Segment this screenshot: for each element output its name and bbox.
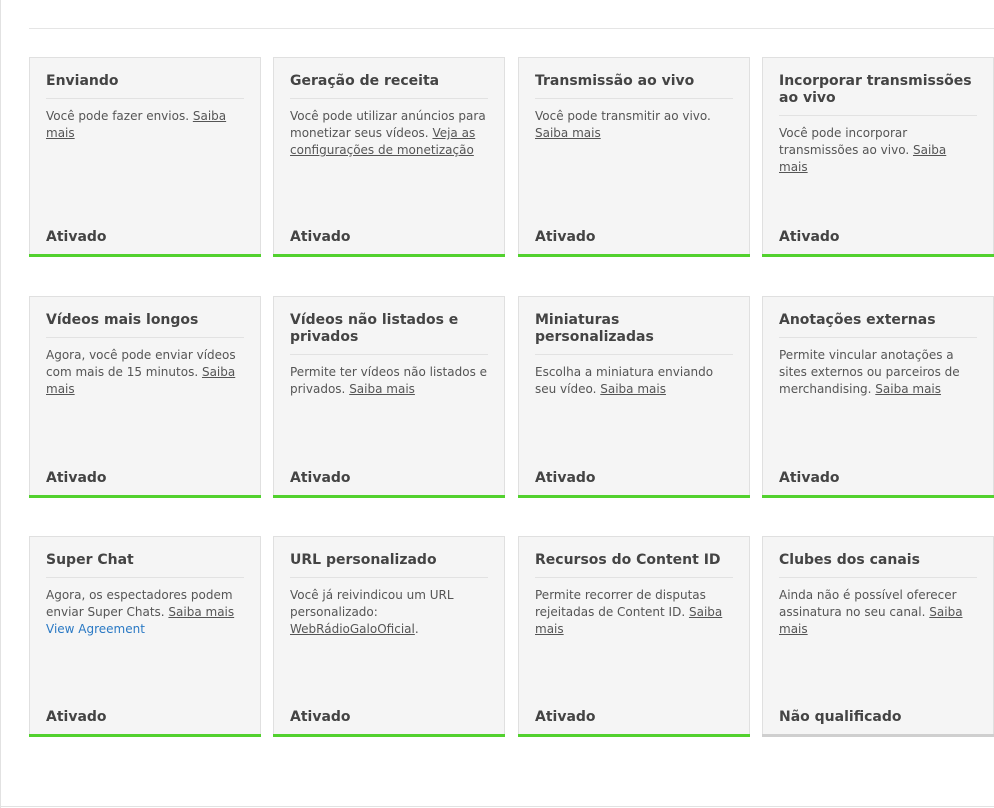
feature-card-title: Vídeos não listados e privados [290, 312, 488, 355]
feature-status-label: Ativado [779, 229, 840, 245]
status-bar-active [273, 734, 505, 737]
feature-card-description-text: Você pode transmitir ao vivo. [535, 109, 711, 123]
learn-more-link[interactable]: WebRádioGaloOficial [290, 622, 415, 636]
feature-card: Incorporar transmissões ao vivo Você pode… [762, 57, 994, 257]
feature-status-label: Ativado [46, 229, 107, 245]
feature-card: Anotações externas Permite vincular anota… [762, 296, 994, 498]
feature-card-description: Você já reivindicou um URL personalizado… [290, 587, 488, 638]
feature-card: Miniaturas personalizadas Escolha a minia… [518, 296, 750, 498]
feature-card: Super Chat Agora, os espectadores podem e… [29, 536, 261, 737]
status-bar-active [762, 495, 994, 498]
top-divider [29, 28, 994, 29]
feature-card-description: Permite vincular anotações a sites exter… [779, 347, 977, 398]
feature-status-label: Ativado [535, 229, 596, 245]
status-bar-active [762, 254, 994, 257]
feature-card-description: Você pode transmitir ao vivo. Saiba mais [535, 108, 733, 142]
status-bar-active [518, 254, 750, 257]
feature-card-title: URL personalizado [290, 552, 488, 578]
feature-card-title: Super Chat [46, 552, 244, 578]
feature-card-title: Miniaturas personalizadas [535, 312, 733, 355]
feature-card-title: Clubes dos canais [779, 552, 977, 578]
feature-status-label: Ativado [779, 470, 840, 486]
status-bar-active [29, 734, 261, 737]
feature-status-label: Ativado [290, 470, 351, 486]
feature-status-label: Não qualificado [779, 709, 902, 725]
feature-card: Recursos do Content ID Permite recorrer d… [518, 536, 750, 737]
learn-more-link[interactable]: Saiba mais [875, 382, 941, 396]
feature-card-description-text: Você já reivindicou um URL personalizado… [290, 588, 454, 619]
learn-more-link[interactable]: Saiba mais [600, 382, 666, 396]
feature-status-label: Ativado [535, 470, 596, 486]
feature-status-label: Ativado [535, 709, 596, 725]
feature-card-title: Enviando [46, 73, 244, 99]
feature-card-description-text: Permite recorrer de disputas rejeitadas … [535, 588, 706, 619]
feature-card-title: Transmissão ao vivo [535, 73, 733, 99]
feature-card-description: Você pode fazer envios. Saiba mais [46, 108, 244, 142]
feature-card-description: Agora, os espectadores podem enviar Supe… [46, 587, 244, 638]
feature-card-title: Geração de receita [290, 73, 488, 99]
feature-status-label: Ativado [290, 229, 351, 245]
feature-card: URL personalizado Você já reivindicou um … [273, 536, 505, 737]
view-agreement-link[interactable]: View Agreement [46, 621, 244, 638]
page-bottom-border [0, 806, 994, 807]
feature-status-label: Ativado [290, 709, 351, 725]
feature-card-title: Anotações externas [779, 312, 977, 338]
feature-card: Enviando Você pode fazer envios. Saiba ma… [29, 57, 261, 257]
feature-card-description: Você pode incorporar transmissões ao viv… [779, 125, 977, 176]
feature-status-label: Ativado [46, 470, 107, 486]
learn-more-link[interactable]: Saiba mais [535, 126, 601, 140]
feature-card-description: Agora, você pode enviar vídeos com mais … [46, 347, 244, 398]
status-bar-active [29, 254, 261, 257]
feature-card: Transmissão ao vivo Você pode transmitir … [518, 57, 750, 257]
status-bar-active [273, 254, 505, 257]
status-bar-active [273, 495, 505, 498]
learn-more-link[interactable]: Saiba mais [349, 382, 415, 396]
page-left-border [0, 0, 1, 808]
feature-card: Clubes dos canais Ainda não é possível of… [762, 536, 994, 737]
feature-card-title: Recursos do Content ID [535, 552, 733, 578]
status-bar-inactive [762, 734, 994, 737]
feature-card-description-text: Você pode fazer envios. [46, 109, 193, 123]
feature-card-description: Ainda não é possível oferecer assinatura… [779, 587, 977, 638]
status-bar-active [518, 495, 750, 498]
feature-card-description: Permite ter vídeos não listados e privad… [290, 364, 488, 398]
feature-card: Vídeos não listados e privados Permite te… [273, 296, 505, 498]
feature-card-description: Escolha a miniatura enviando seu vídeo. … [535, 364, 733, 398]
status-bar-active [518, 734, 750, 737]
feature-card: Vídeos mais longos Agora, você pode envia… [29, 296, 261, 498]
feature-status-label: Ativado [46, 709, 107, 725]
feature-card-description: Permite recorrer de disputas rejeitadas … [535, 587, 733, 638]
learn-more-link[interactable]: Saiba mais [168, 605, 234, 619]
feature-card-description-suffix: . [414, 622, 419, 636]
feature-card: Geração de receita Você pode utilizar anú… [273, 57, 505, 257]
feature-card-description-text: Você pode incorporar transmissões ao viv… [779, 126, 913, 157]
feature-card-title: Incorporar transmissões ao vivo [779, 73, 977, 116]
feature-card-description: Você pode utilizar anúncios para monetiz… [290, 108, 488, 159]
status-bar-active [29, 495, 261, 498]
feature-card-title: Vídeos mais longos [46, 312, 244, 338]
